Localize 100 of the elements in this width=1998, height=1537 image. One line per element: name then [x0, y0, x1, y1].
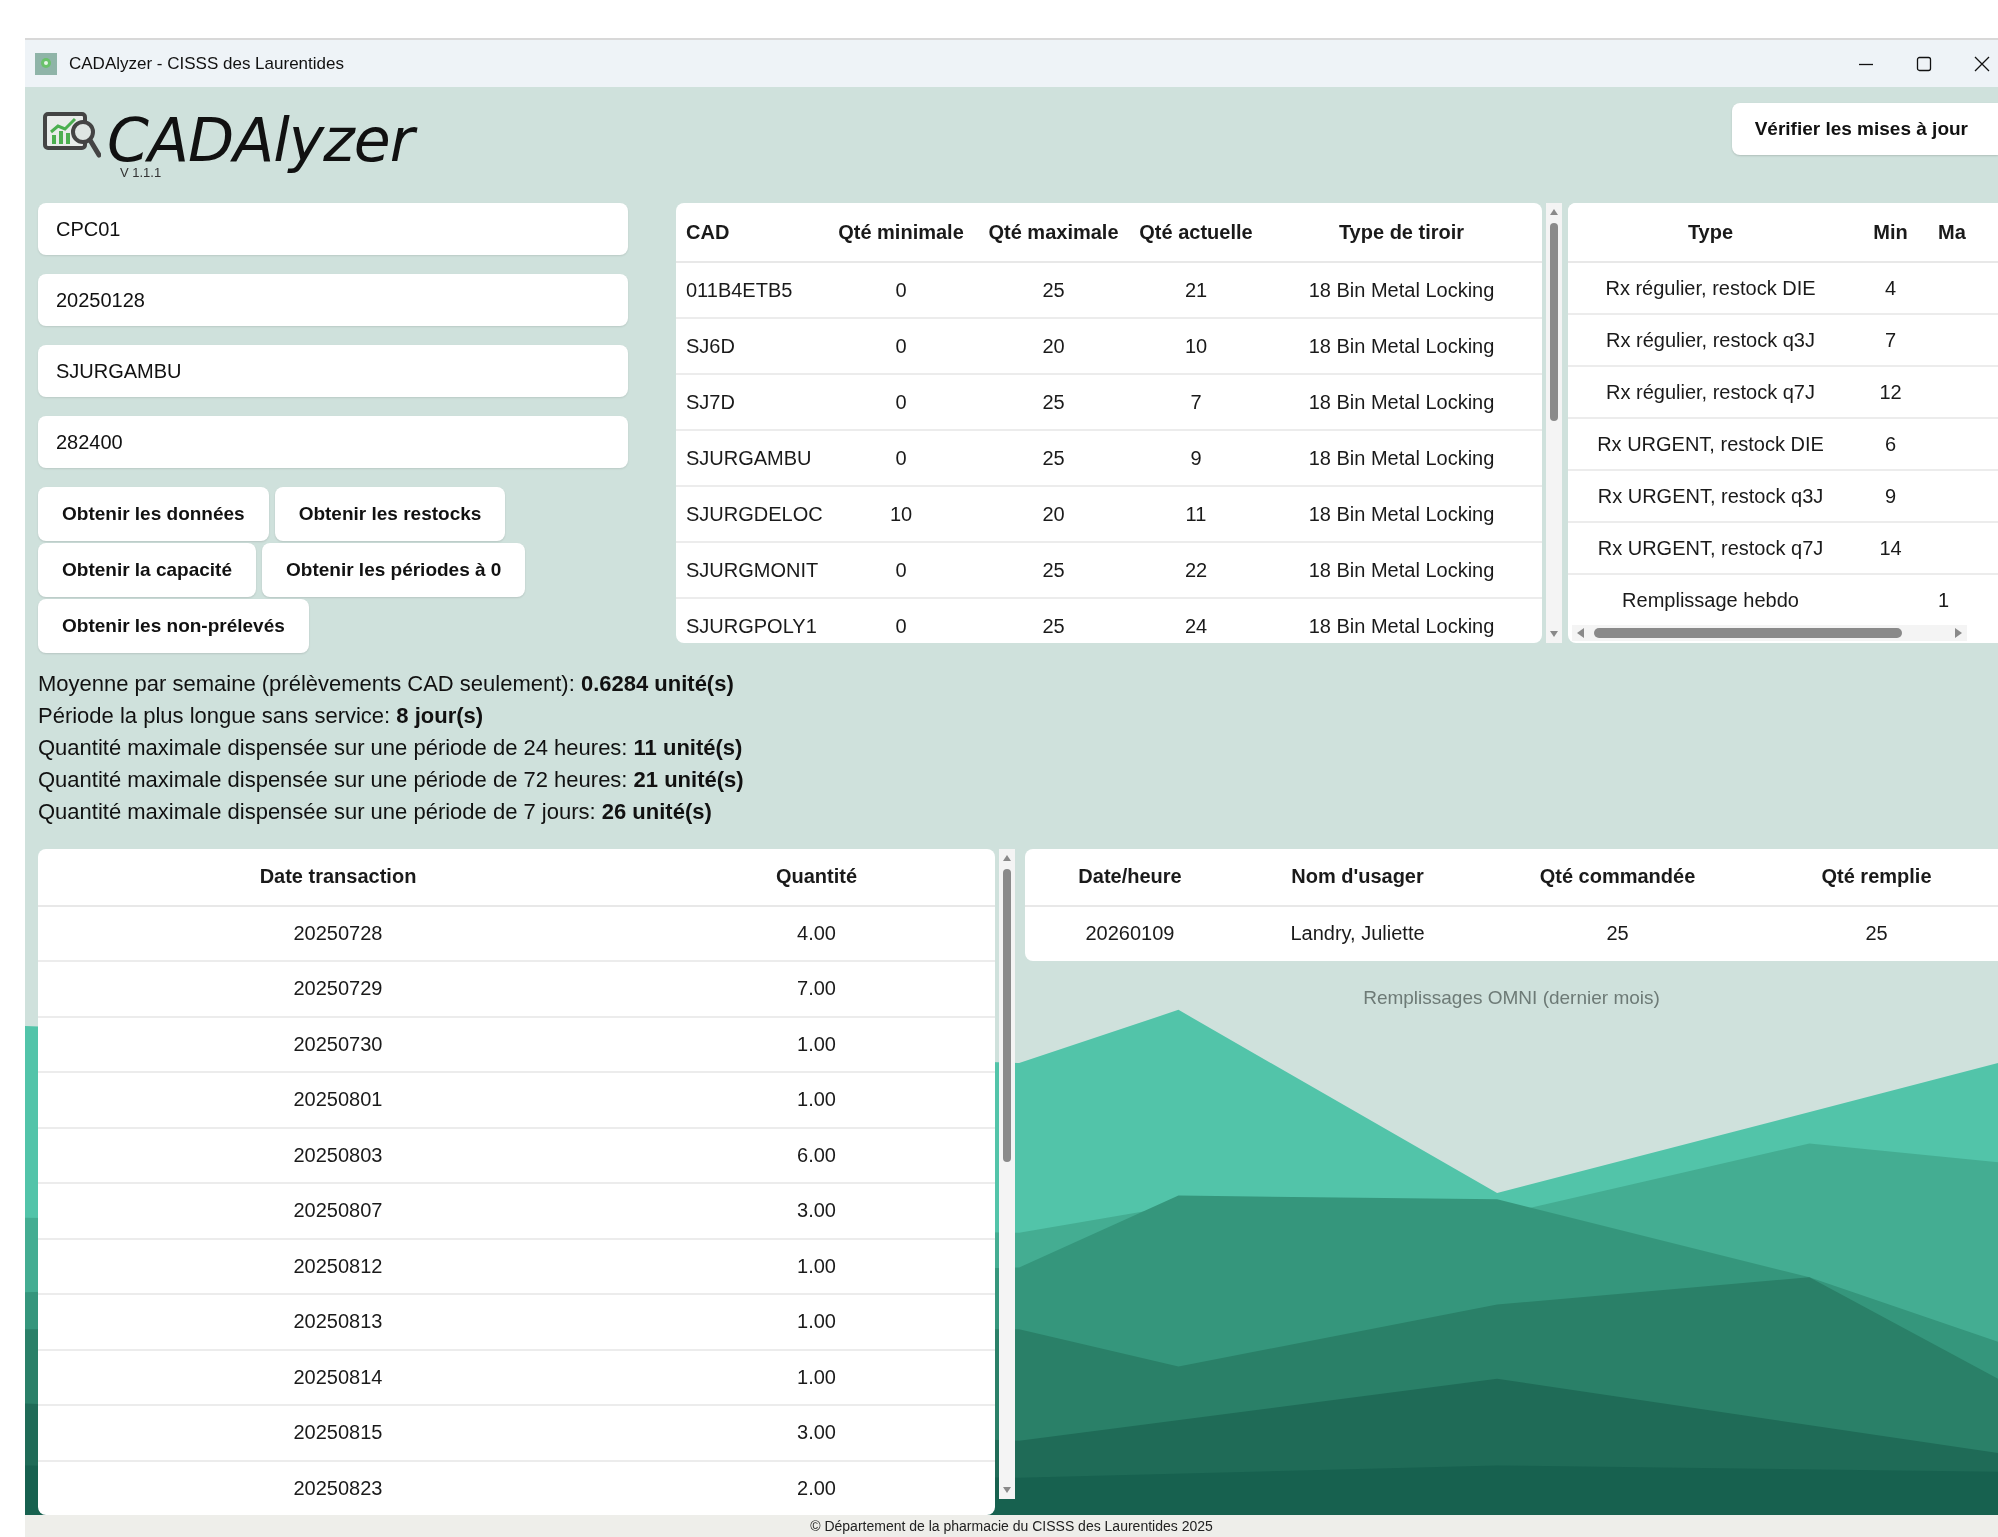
table-cell-text: 11: [1184, 501, 1208, 527]
table-cell-text: Rx URGENT, restock q3J: [1596, 483, 1825, 509]
action-button[interactable]: Obtenir les données: [38, 487, 269, 542]
table-cell-text: 20250813: [292, 1309, 384, 1335]
column-header[interactable]: Type: [1568, 203, 1853, 262]
input-field[interactable]: 20250128: [38, 274, 628, 327]
table-cell-text: SJURGAMBU: [685, 445, 813, 471]
table-cell-text: 1: [1937, 587, 1951, 613]
table-cell-text: 20250823: [292, 1475, 384, 1501]
column-header[interactable]: Min: [1853, 203, 1928, 262]
table-cell-text: 25: [1041, 277, 1066, 303]
input-field[interactable]: 282400: [38, 416, 628, 469]
table-cell-text: Rx régulier, restock q7J: [1605, 379, 1816, 405]
action-button[interactable]: Obtenir la capacité: [38, 543, 256, 598]
column-header[interactable]: Date transaction: [38, 848, 638, 905]
table-cell-text: 4: [1883, 275, 1898, 301]
table-cell-text: 7: [1189, 389, 1203, 415]
column-header[interactable]: Date/heure: [1025, 848, 1235, 905]
table-cell-text: 0: [894, 557, 908, 583]
check-updates-button[interactable]: Vérifier les mises à jour: [1731, 103, 1998, 155]
table-cell-text: 20250803: [292, 1142, 384, 1168]
table-cell-text: 9: [1189, 445, 1203, 471]
table-cell-text: 0: [894, 333, 908, 359]
table-cell-text: 20250812: [292, 1253, 384, 1279]
close-icon[interactable]: [1974, 55, 1990, 72]
table-cell-text: 20250814: [292, 1364, 384, 1390]
maximize-icon[interactable]: [1916, 55, 1932, 72]
table-cell-text: 9: [1883, 483, 1898, 509]
statistic-line: Moyenne par semaine (prélèvements CAD seulement): 0.6284 unité(s): [38, 671, 735, 698]
table-cell-text: 25: [1605, 921, 1630, 946]
table-cell-text: 20250728: [292, 920, 384, 946]
table-cell-text: 0: [894, 613, 908, 639]
table-cell-text: 18 Bin Metal Locking: [1307, 277, 1496, 303]
input-field[interactable]: SJURGAMBU: [38, 345, 628, 398]
table-cell-text: 4.00: [796, 920, 837, 946]
column-header[interactable]: CAD: [676, 203, 826, 262]
scrollbar[interactable]: [1572, 625, 1967, 642]
column-header[interactable]: Quantité: [638, 848, 995, 905]
column-header[interactable]: Nom d'usager: [1235, 848, 1480, 905]
action-button[interactable]: Obtenir les périodes à 0: [262, 543, 526, 598]
statistic-line: Quantité maximale dispensée sur une période de 24 heures: 11 unité(s): [38, 735, 744, 762]
statistic-line: Quantité maximale dispensée sur une période de 7 jours: 26 unité(s): [38, 799, 713, 826]
table-cell-text: 21: [1183, 277, 1209, 303]
column-header[interactable]: Qté remplie: [1755, 848, 1998, 905]
table-cell-text: 7.00: [796, 976, 837, 1002]
statistic-line: Période la plus longue sans service: 8 jour(s): [38, 703, 485, 730]
table-cell-text: 1.00: [796, 1031, 837, 1057]
table-cell-text: 18 Bin Metal Locking: [1307, 557, 1496, 583]
table-cell-text: 1.00: [796, 1087, 837, 1113]
column-header[interactable]: Qté actuelle: [1131, 203, 1261, 262]
table-cell-text: 25: [1041, 613, 1066, 639]
column-header[interactable]: Type de tiroir: [1261, 203, 1542, 262]
table-cell-text: 20250730: [292, 1031, 384, 1057]
table-cell-text: 20260109: [1084, 921, 1176, 946]
table-cell-text: 20250801: [292, 1087, 384, 1113]
window-title: CADAlyzer - CISSS des Laurentides: [69, 53, 345, 74]
column-header[interactable]: Ma: [1928, 203, 1978, 262]
scrollbar[interactable]: [999, 848, 1015, 1499]
table-cell-text: 14: [1878, 535, 1903, 561]
table-cell-text: 20: [1041, 501, 1066, 527]
table-cell-text: 12: [1878, 379, 1903, 405]
table-cell-text: 18 Bin Metal Locking: [1307, 445, 1496, 471]
table-cell-text: SJ7D: [685, 389, 736, 415]
table-cell-text: 0: [894, 389, 908, 415]
table-cell-text: 24: [1183, 613, 1209, 639]
table-cell-text: 1.00: [796, 1364, 837, 1390]
table-cell-text: 6.00: [796, 1142, 837, 1168]
table-cell-text: SJURGMONIT: [685, 557, 820, 583]
table-cell-text: 1.00: [796, 1253, 837, 1279]
input-field[interactable]: CPC01: [38, 203, 628, 256]
table-cell-text: Rx régulier, restock q3J: [1605, 327, 1816, 353]
table-cell-text: 7: [1883, 327, 1898, 353]
table-cell-text: 20250815: [292, 1420, 384, 1446]
app-icon: [35, 52, 57, 75]
copyright-footer: © Département de la pharmacie du CISSS des Laurentides 2025: [25, 1515, 1998, 1537]
table-cell-text: 18 Bin Metal Locking: [1307, 389, 1496, 415]
table-cell-text: 20250729: [292, 976, 384, 1002]
action-button[interactable]: Obtenir les non-prélevés: [38, 599, 309, 654]
table-cell-text: SJURGPOLY1: [685, 613, 818, 639]
table-cell-text: 20: [1041, 333, 1066, 359]
table-cell-text: 18 Bin Metal Locking: [1307, 333, 1496, 359]
table-cell-text: 25: [1041, 557, 1066, 583]
table-cell-text: 10: [1183, 333, 1209, 359]
table-cell-text: 0: [894, 277, 908, 303]
table-cell-text: 25: [1864, 921, 1889, 946]
action-button[interactable]: Obtenir les restocks: [274, 487, 506, 542]
table-cell-text: 20250807: [292, 1198, 384, 1224]
column-header[interactable]: Qté minimale: [826, 203, 976, 262]
scrollbar[interactable]: [1546, 203, 1562, 644]
table-cell-text: Rx URGENT, restock q7J: [1596, 535, 1825, 561]
statistic-line: Quantité maximale dispensée sur une période de 72 heures: 21 unité(s): [38, 767, 745, 794]
table-cell-text: 1.00: [796, 1309, 837, 1335]
table-cell-text: 3.00: [796, 1420, 837, 1446]
table-cell-text: 22: [1183, 557, 1209, 583]
column-header[interactable]: Qté commandée: [1480, 848, 1755, 905]
table-cell-text: SJ6D: [685, 333, 736, 359]
table-cell-text: SJURGDELOC: [685, 501, 824, 527]
table-cell-text: 10: [888, 501, 914, 527]
column-header[interactable]: Qté maximale: [976, 203, 1131, 262]
table-cell-text: 25: [1041, 445, 1066, 471]
